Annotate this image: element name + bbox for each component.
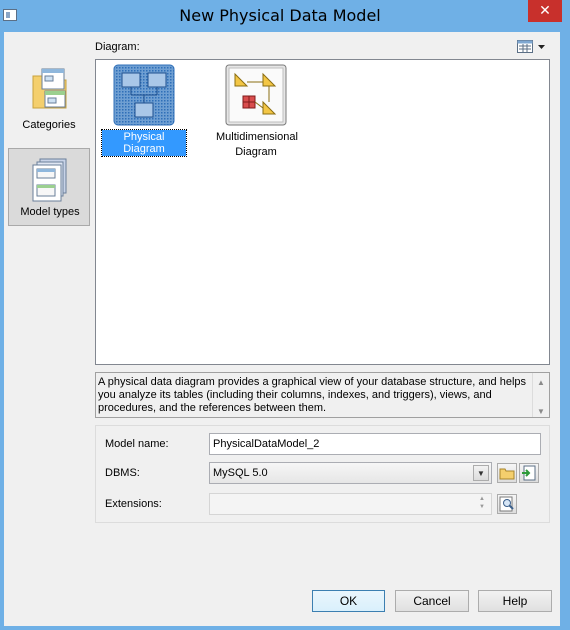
chevron-down-icon[interactable]: ▼ xyxy=(473,465,489,481)
description-scrollbar[interactable]: ▲ ▼ xyxy=(532,373,549,417)
description-box: A physical data diagram provides a graph… xyxy=(95,372,550,418)
diagram-tile-label-line2: Diagram xyxy=(235,146,277,158)
browse-dbms-button[interactable] xyxy=(497,463,517,483)
sidebar-item-model-types[interactable]: Model types xyxy=(8,148,90,226)
folder-icon xyxy=(499,468,515,480)
embed-icon xyxy=(522,465,536,481)
model-name-input[interactable]: PhysicalDataModel_2 xyxy=(209,433,541,455)
model-name-label: Model name: xyxy=(105,438,169,450)
diagram-tile-label: Multidimensional xyxy=(216,131,298,143)
diagram-tile-multidimensional[interactable]: Multidimensional Diagram xyxy=(214,64,298,159)
select-extensions-button[interactable] xyxy=(497,494,517,514)
extensions-label: Extensions: xyxy=(105,498,162,510)
sidebar-item-label: Categories xyxy=(22,119,76,131)
multidimensional-diagram-icon xyxy=(225,64,287,126)
diagram-tile-label: Physical Diagram xyxy=(101,129,187,157)
scroll-up-icon[interactable]: ▲ xyxy=(537,376,545,389)
extensions-spinner[interactable]: ▲ ▼ xyxy=(475,495,489,511)
ok-button[interactable]: OK xyxy=(312,590,385,612)
diagram-list[interactable]: Physical Diagram Multidimensional Diagra… xyxy=(95,59,550,365)
grid-view-icon xyxy=(517,40,545,53)
dbms-label: DBMS: xyxy=(105,467,140,479)
description-text: A physical data diagram provides a graph… xyxy=(98,376,527,414)
diagram-label: Diagram: xyxy=(95,41,140,53)
dialog-body: Categories Model types Diagram: Physical… xyxy=(4,32,560,626)
window-title: New Physical Data Model xyxy=(179,6,381,25)
sidebar-item-label: Model types xyxy=(20,206,80,218)
embed-dbms-button[interactable] xyxy=(519,463,539,483)
view-mode-button[interactable] xyxy=(517,40,547,54)
cancel-button[interactable]: Cancel xyxy=(395,590,469,612)
dbms-select[interactable]: MySQL 5.0 ▼ xyxy=(209,462,492,484)
extensions-input[interactable] xyxy=(209,493,492,515)
close-button[interactable]: ✕ xyxy=(528,0,562,22)
scroll-down-icon[interactable]: ▼ xyxy=(537,405,545,418)
categories-icon xyxy=(32,68,67,109)
model-properties-group: Model name: PhysicalDataModel_2 DBMS: My… xyxy=(95,425,550,523)
model-types-icon xyxy=(32,158,67,202)
dbms-value: MySQL 5.0 xyxy=(213,467,268,479)
category-pane: Categories Model types xyxy=(4,32,94,626)
search-icon xyxy=(499,496,514,512)
physical-diagram-icon xyxy=(113,64,175,126)
title-bar[interactable]: New Physical Data Model ✕ xyxy=(0,0,570,32)
help-button[interactable]: Help xyxy=(478,590,552,612)
diagram-tile-physical[interactable]: Physical Diagram xyxy=(101,64,187,157)
dialog-window: New Physical Data Model ✕ Categories Mod… xyxy=(0,0,570,630)
sidebar-item-categories[interactable]: Categories xyxy=(8,62,90,140)
